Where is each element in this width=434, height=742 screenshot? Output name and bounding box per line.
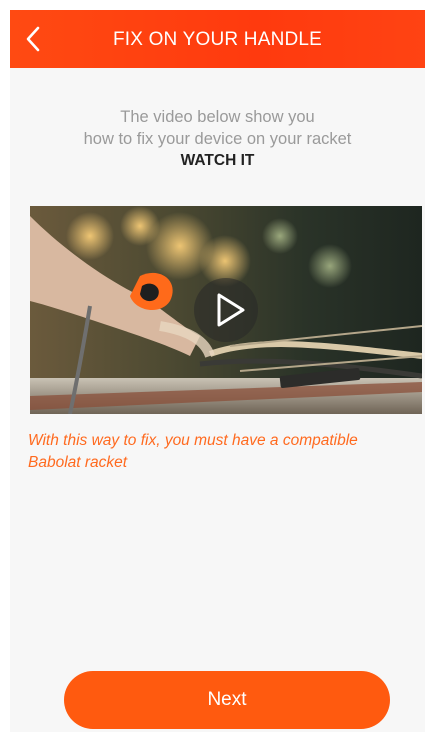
compatibility-note: With this way to fix, you must have a co… [28, 432, 358, 471]
intro-line-1: The video below show you [120, 108, 315, 126]
intro-line-2: how to fix your device on your racket [83, 130, 352, 148]
next-button[interactable]: Next [64, 671, 390, 729]
header-bar: FIX ON YOUR HANDLE [10, 10, 425, 68]
play-icon [217, 293, 245, 327]
video-player[interactable] [30, 206, 422, 414]
page-title: FIX ON YOUR HANDLE [112, 29, 323, 50]
play-button[interactable] [194, 278, 258, 342]
intro-text: The video below show you how to fix your… [10, 106, 425, 172]
watch-it-label: WATCH IT [180, 152, 255, 169]
app-screen: FIX ON YOUR HANDLE The video below show … [10, 10, 425, 732]
